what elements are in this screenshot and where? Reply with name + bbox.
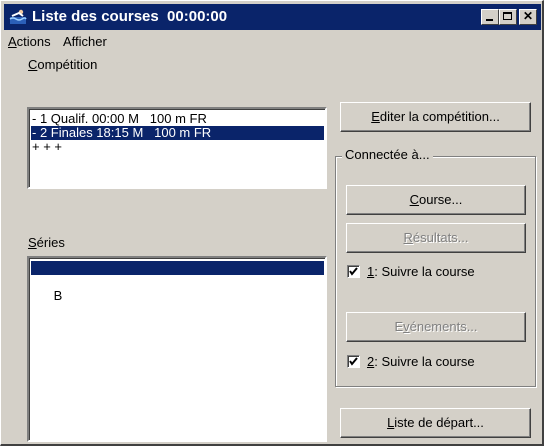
window-title: Liste des courses 00:00:00 [32,8,228,25]
list-item-selected[interactable]: - 2 Finales 18:15 M 100 m FR [31,126,324,140]
minimize-icon [486,19,493,21]
list-item[interactable]: B [31,275,324,303]
follow-course-1-label[interactable]: 1: Suivre la course [367,264,475,279]
start-list-button[interactable]: Liste de départ... [340,408,531,438]
list-item[interactable]: - 1 Qualif. 00:00 M 100 m FR [31,112,324,126]
swimmer-icon [9,8,27,26]
follow-course-1-checkbox[interactable] [347,265,360,278]
follow-course-2-label[interactable]: 2: Suivre la course [367,354,475,369]
series-name: B [53,288,63,303]
title-bar[interactable]: Liste des courses 00:00:00 ✕ [4,4,541,30]
main-window: Liste des courses 00:00:00 ✕ Actions Aff… [0,0,544,446]
list-item-selected[interactable]: A8 nageurs [31,261,324,289]
menu-actions[interactable]: Actions [8,34,51,49]
events-button[interactable]: Evénements... [346,312,526,342]
maximize-icon [503,12,512,20]
competition-list[interactable]: - 1 Qualif. 00:00 M 100 m FR - 2 Finales… [27,107,327,189]
close-icon: ✕ [523,9,534,23]
close-button[interactable]: ✕ [519,9,537,25]
follow-course-2-checkbox[interactable] [347,355,360,368]
competition-label: Compétition [28,57,98,72]
list-item[interactable]: + + + [31,140,324,154]
course-button[interactable]: Course... [346,185,526,215]
menu-bar: Actions Afficher [5,31,541,51]
minimize-button[interactable] [481,9,499,25]
connected-group-title: Connectée à... [342,147,433,162]
results-button[interactable]: Résultats... [346,223,526,253]
series-label: Séries [28,235,65,250]
series-list[interactable]: A8 nageurs B [27,256,327,442]
edit-competition-button[interactable]: Editer la compétition... [340,102,531,132]
maximize-button[interactable] [499,9,517,25]
menu-afficher[interactable]: Afficher [63,34,107,49]
